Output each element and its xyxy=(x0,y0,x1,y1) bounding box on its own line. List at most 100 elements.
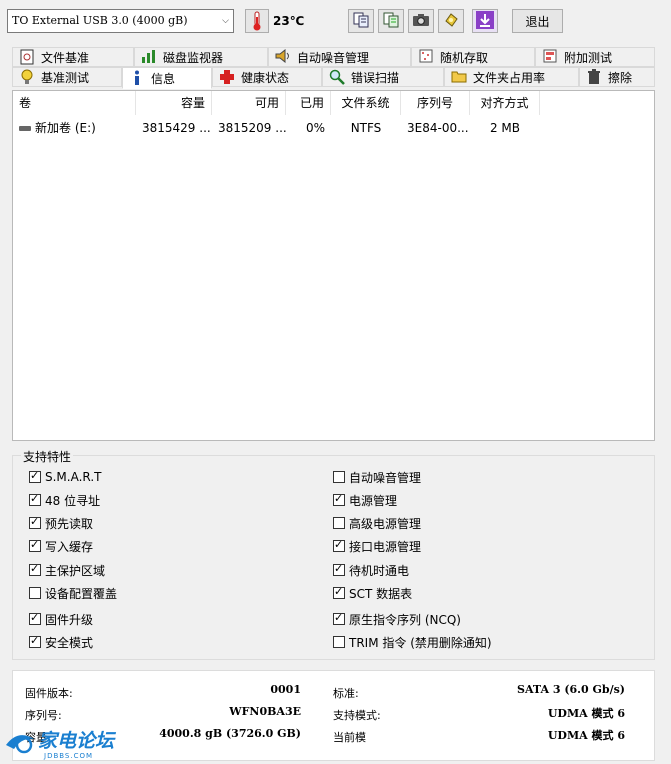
feature-checkbox[interactable] xyxy=(29,611,41,625)
feature-label: 自动噪音管理 xyxy=(349,470,422,485)
tab-error-scan[interactable]: 错误扫描 xyxy=(322,67,444,87)
tab-benchmark[interactable]: 基准测试 xyxy=(12,67,122,87)
feature-checkbox[interactable] xyxy=(333,636,345,648)
feature-checkbox[interactable] xyxy=(333,492,345,506)
column-header-capacity[interactable]: 容量 xyxy=(136,91,212,115)
feature-label: 高级电源管理 xyxy=(349,516,422,531)
column-header-filesystem[interactable]: 文件系统 xyxy=(331,91,401,115)
feature-left-2[interactable]: 预先读取 xyxy=(29,514,93,532)
feature-checkbox[interactable] xyxy=(333,517,345,529)
tab-noise-management[interactable]: 自动噪音管理 xyxy=(268,47,411,67)
trash-icon xyxy=(586,69,602,85)
drive-select[interactable]: TO External USB 3.0 (4000 gB) ⌵ xyxy=(7,9,234,33)
screenshot-button[interactable] xyxy=(408,9,434,33)
feature-right-2[interactable]: 高级电源管理 xyxy=(333,514,421,532)
feature-checkbox[interactable] xyxy=(29,515,41,529)
feature-left-0[interactable]: S.M.A.R.T xyxy=(29,468,101,486)
tab-health[interactable]: 健康状态 xyxy=(212,67,322,87)
feature-checkbox[interactable] xyxy=(333,471,345,483)
standard-label: 标准: xyxy=(333,687,359,700)
capacity-value: 4000.8 gB (3726.0 GB) xyxy=(159,727,301,740)
feature-label: SCT 数据表 xyxy=(349,586,413,601)
feature-right-5[interactable]: SCT 数据表 xyxy=(333,584,412,602)
site-watermark: 家电论坛 JDBBS.COM xyxy=(4,725,134,761)
supported-mode-value: UDMA 模式 6 xyxy=(547,707,625,720)
watermark-logo: 家电论坛 JDBBS.COM xyxy=(6,730,117,760)
feature-right-6[interactable]: 原生指令序列 (NCQ) xyxy=(333,610,461,628)
feature-right-3[interactable]: 接口电源管理 xyxy=(333,537,421,555)
red-cross-icon xyxy=(219,69,235,85)
tab-extra-tests[interactable]: 附加测试 xyxy=(535,47,655,67)
feature-left-4[interactable]: 主保护区域 xyxy=(29,561,105,579)
column-header-serial[interactable]: 序列号 xyxy=(401,91,470,115)
copy-text-button[interactable] xyxy=(348,9,374,33)
feature-label: 接口电源管理 xyxy=(349,539,422,554)
tab-random-access[interactable]: 随机存取 xyxy=(411,47,535,67)
save-button[interactable] xyxy=(472,9,498,33)
feature-right-4[interactable]: 待机时通电 xyxy=(333,561,409,579)
volume-name: 新加卷 (E:) xyxy=(35,121,96,135)
tab-label: 自动噪音管理 xyxy=(297,50,370,65)
feature-left-1[interactable]: 48 位寻址 xyxy=(29,491,100,509)
feature-left-5[interactable]: 设备配置覆盖 xyxy=(29,584,117,602)
random-access-icon xyxy=(418,49,434,65)
feature-label: 原生指令序列 (NCQ) xyxy=(349,612,461,627)
feature-right-7[interactable]: TRIM 指令 (禁用删除通知) xyxy=(333,633,492,651)
features-group: 支持特性 S.M.A.R.T 48 位寻址预先读取写入缓存主保护区域设备配置覆盖固… xyxy=(12,448,655,660)
supported-mode-label: 支持模式: xyxy=(333,709,381,722)
feature-left-7[interactable]: 安全模式 xyxy=(29,633,93,651)
cell-filesystem: NTFS xyxy=(350,121,382,135)
serial-label: 序列号: xyxy=(25,709,62,722)
copy-all-button[interactable] xyxy=(378,9,404,33)
tab-label: 文件夹占用率 xyxy=(473,70,546,85)
feature-checkbox[interactable] xyxy=(29,562,41,576)
table-row[interactable]: 新加卷 (E:) 3815429 ... 3815209 ... 0% NTFS… xyxy=(13,118,654,138)
exit-button-label: 退出 xyxy=(525,14,550,29)
feature-checkbox[interactable] xyxy=(29,469,41,483)
drive-select-value: TO External USB 3.0 (4000 gB) xyxy=(12,14,188,27)
column-header-alignment[interactable]: 对齐方式 xyxy=(470,91,540,115)
feature-label: 设备配置覆盖 xyxy=(45,586,118,601)
feature-checkbox[interactable] xyxy=(333,562,345,576)
volume-table[interactable]: 卷 容量 可用 已用 文件系统 序列号 对齐方式 新加卷 (E:) 381542… xyxy=(12,90,655,441)
feature-left-6[interactable]: 固件升级 xyxy=(29,610,93,628)
copy-icon xyxy=(352,11,370,32)
feature-left-3[interactable]: 写入缓存 xyxy=(29,537,93,555)
feature-label: TRIM 指令 (禁用删除通知) xyxy=(349,635,492,650)
feature-label: 固件升级 xyxy=(45,612,94,627)
feature-checkbox[interactable] xyxy=(29,634,41,648)
feature-label: 预先读取 xyxy=(45,516,94,531)
feature-label: S.M.A.R.T xyxy=(45,470,102,484)
feature-right-0[interactable]: 自动噪音管理 xyxy=(333,468,421,486)
copy-green-icon xyxy=(382,11,400,32)
firmware-label: 固件版本: xyxy=(25,687,73,700)
feature-checkbox[interactable] xyxy=(333,585,345,599)
column-header-free[interactable]: 可用 xyxy=(212,91,286,115)
temperature-readout: 23℃ xyxy=(273,14,305,28)
hand-icon xyxy=(442,11,460,32)
cell-serial: 3E84-00... xyxy=(407,121,469,135)
magnifier-icon xyxy=(329,69,345,85)
tab-info[interactable]: 信息 xyxy=(122,67,212,89)
feature-label: 写入缓存 xyxy=(45,539,94,554)
features-title: 支持特性 xyxy=(21,448,74,465)
feature-checkbox[interactable] xyxy=(333,538,345,552)
column-header-volume[interactable]: 卷 xyxy=(13,91,136,115)
feature-checkbox[interactable] xyxy=(29,492,41,506)
tab-label: 信息 xyxy=(151,71,176,86)
tab-erase[interactable]: 擦除 xyxy=(579,67,655,87)
tab-disk-monitor[interactable]: 磁盘监视器 xyxy=(134,47,268,67)
exit-button[interactable]: 退出 xyxy=(512,9,563,33)
column-header-used[interactable]: 已用 xyxy=(286,91,331,115)
feature-checkbox[interactable] xyxy=(29,538,41,552)
feature-checkbox[interactable] xyxy=(333,611,345,625)
feature-checkbox[interactable] xyxy=(29,587,41,599)
extra-tests-icon xyxy=(542,49,558,65)
options-button[interactable] xyxy=(438,9,464,33)
tab-folder-usage[interactable]: 文件夹占用率 xyxy=(444,67,579,87)
tab-file-benchmark[interactable]: 文件基准 xyxy=(12,47,134,67)
feature-right-1[interactable]: 电源管理 xyxy=(333,491,397,509)
toolbar: TO External USB 3.0 (4000 gB) ⌵ 23℃ 退出 xyxy=(0,0,671,44)
tab-label: 文件基准 xyxy=(41,50,90,65)
tab-label: 错误扫描 xyxy=(351,70,400,85)
